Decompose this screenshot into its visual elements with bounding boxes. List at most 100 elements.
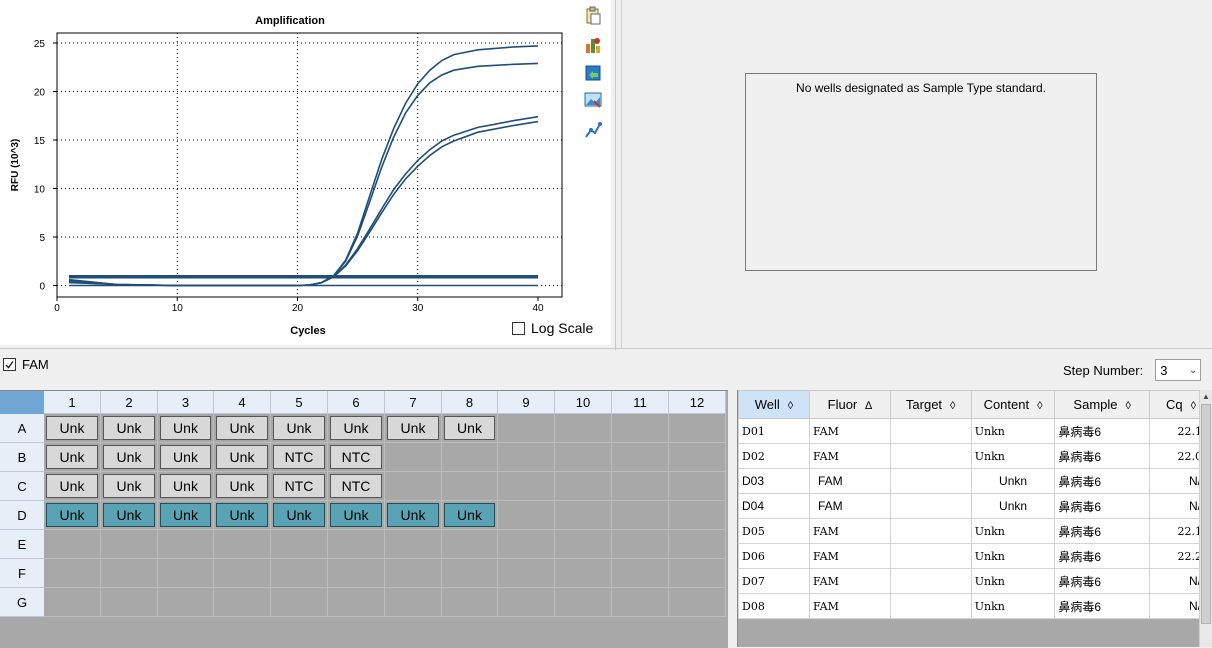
plate-cell-G7[interactable] <box>385 588 442 617</box>
plate-cell-C6[interactable]: NTC <box>328 472 385 501</box>
plate-row-header-F[interactable]: F <box>0 559 44 588</box>
plate-well-A7[interactable]: Unk <box>387 416 439 440</box>
plate-cell-G11[interactable] <box>612 588 669 617</box>
sort-icon[interactable]: ◊ <box>1191 400 1196 412</box>
plate-well-B4[interactable]: Unk <box>216 445 268 469</box>
column-header-well[interactable]: Well◊ <box>739 391 810 419</box>
plate-cell-C7[interactable] <box>385 472 442 501</box>
plate-well-D4[interactable]: Unk <box>216 503 268 527</box>
plate-well-A1[interactable]: Unk <box>46 416 98 440</box>
plate-well-D3[interactable]: Unk <box>160 503 211 527</box>
plate-cell-E6[interactable] <box>328 530 385 559</box>
plate-column-header-12[interactable]: 12 <box>669 391 726 414</box>
plate-cell-G4[interactable] <box>214 588 271 617</box>
table-row[interactable]: D07FAMUnkn鼻病毒6N/A <box>739 569 1212 594</box>
plate-cell-G12[interactable] <box>669 588 726 617</box>
plate-cell-G2[interactable] <box>101 588 158 617</box>
plate-cell-B4[interactable]: Unk <box>214 443 271 472</box>
plate-select-all[interactable] <box>0 391 44 414</box>
plate-cell-C4[interactable]: Unk <box>214 472 271 501</box>
plate-well-B3[interactable]: Unk <box>160 445 211 469</box>
plate-cell-B11[interactable] <box>612 443 669 472</box>
plate-cell-D9[interactable] <box>498 501 555 530</box>
plate-well-D1[interactable]: Unk <box>46 503 98 527</box>
plate-cell-B1[interactable]: Unk <box>44 443 101 472</box>
plate-cell-C8[interactable] <box>442 472 498 501</box>
plate-column-header-8[interactable]: 8 <box>442 391 498 414</box>
table-scrollbar[interactable]: ▲ <box>1199 390 1212 647</box>
plate-row-header-G[interactable]: G <box>0 588 44 617</box>
plate-cell-F7[interactable] <box>385 559 442 588</box>
plate-well-A6[interactable]: Unk <box>330 416 382 440</box>
export-icon[interactable] <box>583 63 603 83</box>
plate-cell-D11[interactable] <box>612 501 669 530</box>
scroll-thumb[interactable] <box>1201 404 1211 624</box>
plate-cell-D10[interactable] <box>555 501 612 530</box>
plate-row-header-E[interactable]: E <box>0 530 44 559</box>
table-row[interactable]: D04FAMUnkn鼻病毒6N/A <box>739 494 1212 519</box>
step-number-select[interactable]: 3 ⌄ <box>1155 359 1201 381</box>
plate-cell-F11[interactable] <box>612 559 669 588</box>
plate-cell-B7[interactable] <box>385 443 442 472</box>
plate-row-header-A[interactable]: A <box>0 414 44 443</box>
plate-column-header-2[interactable]: 2 <box>101 391 158 414</box>
sort-icon[interactable]: ◊ <box>1037 400 1042 412</box>
plate-cell-D4[interactable]: Unk <box>214 501 271 530</box>
plate-cell-G8[interactable] <box>442 588 498 617</box>
column-header-fluor[interactable]: Fluor∆ <box>809 391 890 419</box>
plate-well-C2[interactable]: Unk <box>103 474 155 498</box>
column-header-sample[interactable]: Sample◊ <box>1055 391 1150 419</box>
plate-column-header-3[interactable]: 3 <box>158 391 214 414</box>
plate-cell-F9[interactable] <box>498 559 555 588</box>
fluor-filter[interactable]: FAM <box>3 357 49 372</box>
plate-cell-D3[interactable]: Unk <box>158 501 214 530</box>
plate-cell-A9[interactable] <box>498 414 555 443</box>
table-row[interactable]: D05FAMUnkn鼻病毒622.16 <box>739 519 1212 544</box>
plate-row-header-C[interactable]: C <box>0 472 44 501</box>
plate-cell-C3[interactable]: Unk <box>158 472 214 501</box>
chart-settings-icon[interactable] <box>583 35 603 55</box>
plate-cell-B10[interactable] <box>555 443 612 472</box>
plate-column-header-9[interactable]: 9 <box>498 391 555 414</box>
plate-cell-G9[interactable] <box>498 588 555 617</box>
plate-cell-D6[interactable]: Unk <box>328 501 385 530</box>
sort-icon[interactable]: ◊ <box>1126 400 1131 412</box>
log-scale-toggle[interactable]: Log Scale <box>512 320 593 336</box>
plate-cell-B3[interactable]: Unk <box>158 443 214 472</box>
plate-cell-E4[interactable] <box>214 530 271 559</box>
plate-cell-E5[interactable] <box>271 530 328 559</box>
plate-cell-C2[interactable]: Unk <box>101 472 158 501</box>
plate-well-D8[interactable]: Unk <box>444 503 495 527</box>
plate-row-header-D[interactable]: D <box>0 501 44 530</box>
scroll-up-icon[interactable]: ▲ <box>1201 392 1211 402</box>
plate-column-header-6[interactable]: 6 <box>328 391 385 414</box>
plate-cell-B2[interactable]: Unk <box>101 443 158 472</box>
plate-cell-D1[interactable]: Unk <box>44 501 101 530</box>
plate-cell-E7[interactable] <box>385 530 442 559</box>
plate-cell-F1[interactable] <box>44 559 101 588</box>
plate-well-B5[interactable]: NTC <box>273 445 325 469</box>
plate-cell-F10[interactable] <box>555 559 612 588</box>
plate-well-A2[interactable]: Unk <box>103 416 155 440</box>
table-row[interactable]: D06FAMUnkn鼻病毒622.26 <box>739 544 1212 569</box>
sort-icon[interactable]: ◊ <box>950 400 955 412</box>
plate-cell-A12[interactable] <box>669 414 726 443</box>
plate-well-A3[interactable]: Unk <box>160 416 211 440</box>
plate-column-header-10[interactable]: 10 <box>555 391 612 414</box>
vertical-splitter[interactable] <box>611 0 621 350</box>
plate-cell-A6[interactable]: Unk <box>328 414 385 443</box>
plate-cell-A4[interactable]: Unk <box>214 414 271 443</box>
trend-icon[interactable] <box>583 120 603 140</box>
plate-column-header-11[interactable]: 11 <box>612 391 669 414</box>
plate-well-B6[interactable]: NTC <box>330 445 382 469</box>
plate-cell-G5[interactable] <box>271 588 328 617</box>
plate-cell-A2[interactable]: Unk <box>101 414 158 443</box>
plate-cell-G3[interactable] <box>158 588 214 617</box>
plate-cell-E9[interactable] <box>498 530 555 559</box>
plate-cell-E3[interactable] <box>158 530 214 559</box>
plate-column-header-4[interactable]: 4 <box>214 391 271 414</box>
plate-cell-G10[interactable] <box>555 588 612 617</box>
table-row[interactable]: D03FAMUnkn鼻病毒6N/A <box>739 469 1212 494</box>
plate-cell-A3[interactable]: Unk <box>158 414 214 443</box>
plate-column-header-7[interactable]: 7 <box>385 391 442 414</box>
